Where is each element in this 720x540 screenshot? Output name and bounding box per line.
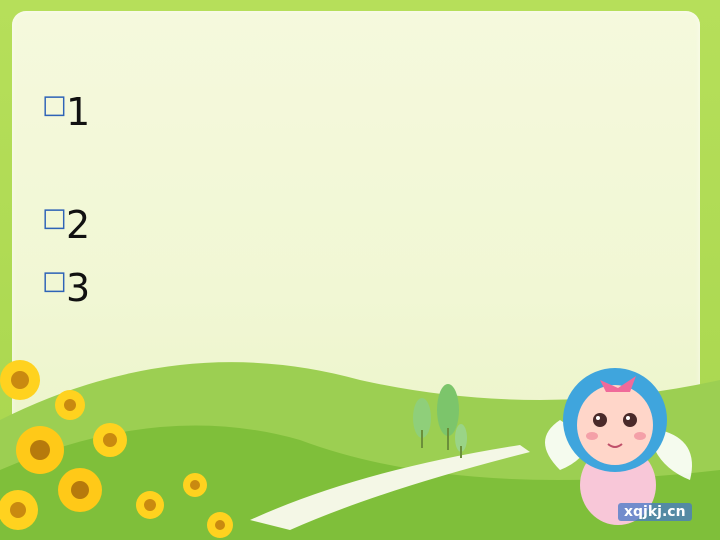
list-item-2: □2 bbox=[42, 203, 682, 247]
square-bullet-icon: □ bbox=[42, 266, 67, 296]
item-number: 3 bbox=[66, 266, 91, 310]
item-number: 1 bbox=[66, 90, 91, 134]
list-item-3: □3 bbox=[42, 266, 682, 310]
list-item-1: □1 bbox=[42, 90, 682, 134]
square-bullet-icon: □ bbox=[42, 203, 67, 233]
square-bullet-icon: □ bbox=[42, 90, 67, 120]
watermark-logo: xqjkj.cn bbox=[618, 503, 692, 521]
slide: □1 □2 □3 xqjkj.cn bbox=[0, 0, 720, 540]
item-number: 2 bbox=[66, 203, 91, 247]
